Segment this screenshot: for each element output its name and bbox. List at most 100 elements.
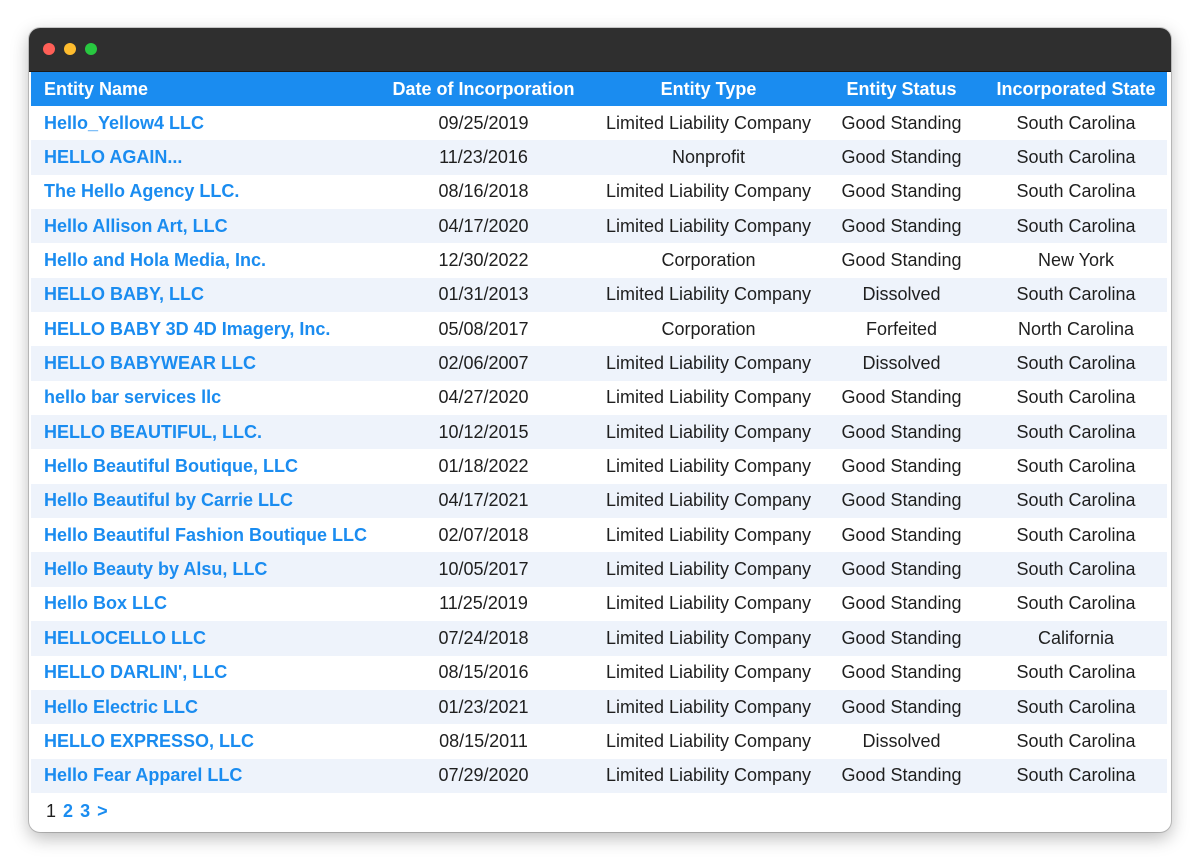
table-row: HELLO BABYWEAR LLC 02/06/2007 Limited Liab…	[31, 346, 1167, 381]
cell-entity-name[interactable]: Hello Box LLC	[31, 586, 368, 622]
minimize-window-button[interactable]	[64, 43, 76, 55]
cell-entity-name[interactable]: Hello Electric LLC	[31, 689, 368, 725]
cell-entity-status: Good Standing	[818, 552, 985, 587]
table-row: Hello Fear Apparel LLC 07/29/2020 Limited …	[31, 758, 1167, 793]
pagination-page-3[interactable]: 3	[80, 801, 90, 821]
cell-date: 12/30/2022	[368, 243, 599, 278]
cell-entity-type: Limited Liability Company	[599, 449, 818, 484]
cell-entity-name[interactable]: Hello Beautiful Fashion Boutique LLC	[31, 518, 368, 553]
table-row: HELLO BABY, LLC 01/31/2013 Limited Liabili…	[31, 277, 1167, 313]
cell-entity-type: Limited Liability Company	[599, 415, 818, 450]
cell-date: 10/12/2015	[368, 415, 599, 450]
cell-entity-name[interactable]: Hello Beauty by Alsu, LLC	[31, 552, 368, 587]
title-bar	[29, 28, 1171, 72]
header-entity-name: Entity Name	[31, 72, 368, 106]
table-row: Hello Beautiful Fashion Boutique LLC 02/0…	[31, 518, 1167, 553]
cell-date: 10/05/2017	[368, 552, 599, 587]
cell-date: 05/08/2017	[368, 312, 599, 347]
cell-entity-name[interactable]: Hello Beautiful Boutique, LLC	[31, 449, 368, 484]
cell-entity-status: Good Standing	[818, 518, 985, 553]
cell-date: 11/25/2019	[368, 586, 599, 622]
cell-entity-type: Limited Liability Company	[599, 655, 818, 690]
cell-entity-type: Limited Liability Company	[599, 277, 818, 313]
cell-date: 01/18/2022	[368, 449, 599, 484]
cell-entity-status: Good Standing	[818, 209, 985, 244]
cell-incorporated-state: South Carolina	[985, 449, 1167, 484]
cell-entity-status: Good Standing	[818, 106, 985, 141]
cell-entity-type: Nonprofit	[599, 140, 818, 175]
page-content: Entity Name Date of Incorporation Entity…	[31, 72, 1167, 821]
cell-entity-name[interactable]: Hello Allison Art, LLC	[31, 209, 368, 244]
cell-date: 01/31/2013	[368, 277, 599, 313]
cell-incorporated-state: South Carolina	[985, 106, 1167, 141]
cell-entity-name[interactable]: HELLOCELLO LLC	[31, 621, 368, 656]
pagination-current-page: 1	[46, 801, 57, 821]
cell-entity-name[interactable]: HELLO AGAIN...	[31, 140, 368, 175]
cell-incorporated-state: South Carolina	[985, 140, 1167, 175]
browser-window: Entity Name Date of Incorporation Entity…	[29, 28, 1171, 832]
cell-entity-name[interactable]: HELLO BABYWEAR LLC	[31, 346, 368, 381]
table-row: HELLO DARLIN', LLC 08/15/2016 Limited Liab…	[31, 655, 1167, 690]
cell-incorporated-state: South Carolina	[985, 655, 1167, 690]
cell-entity-name[interactable]: Hello Beautiful by Carrie LLC	[31, 483, 368, 519]
table-row: The Hello Agency LLC. 08/16/2018 Limited L…	[31, 174, 1167, 210]
cell-date: 04/17/2020	[368, 209, 599, 244]
cell-date: 01/23/2021	[368, 689, 599, 725]
zoom-window-button[interactable]	[85, 43, 97, 55]
cell-entity-type: Limited Liability Company	[599, 758, 818, 793]
cell-incorporated-state: South Carolina	[985, 483, 1167, 519]
cell-entity-type: Limited Liability Company	[599, 689, 818, 725]
cell-incorporated-state: California	[985, 621, 1167, 656]
cell-entity-status: Good Standing	[818, 655, 985, 690]
cell-entity-name[interactable]: hello bar services llc	[31, 380, 368, 416]
cell-incorporated-state: South Carolina	[985, 415, 1167, 450]
table-row: Hello and Hola Media, Inc. 12/30/2022 Corp…	[31, 243, 1167, 278]
cell-entity-name[interactable]: The Hello Agency LLC.	[31, 174, 368, 210]
table-row: Hello Allison Art, LLC 04/17/2020 Limited …	[31, 209, 1167, 244]
cell-incorporated-state: South Carolina	[985, 518, 1167, 553]
cell-entity-name[interactable]: Hello Fear Apparel LLC	[31, 758, 368, 793]
cell-incorporated-state: South Carolina	[985, 586, 1167, 622]
cell-entity-type: Corporation	[599, 312, 818, 347]
cell-incorporated-state: North Carolina	[985, 312, 1167, 347]
cell-date: 08/16/2018	[368, 174, 599, 210]
pagination-page-2[interactable]: 2	[63, 801, 73, 821]
cell-entity-status: Good Standing	[818, 243, 985, 278]
table-row: hello bar services llc 04/27/2020 Limited …	[31, 380, 1167, 416]
cell-entity-name[interactable]: Hello and Hola Media, Inc.	[31, 243, 368, 278]
pagination-next[interactable]: >	[97, 801, 108, 821]
cell-entity-name[interactable]: HELLO BABY, LLC	[31, 277, 368, 313]
cell-entity-type: Limited Liability Company	[599, 724, 818, 759]
cell-entity-type: Limited Liability Company	[599, 346, 818, 381]
cell-incorporated-state: South Carolina	[985, 380, 1167, 416]
table-row: HELLOCELLO LLC 07/24/2018 Limited Liabilit…	[31, 621, 1167, 656]
cell-entity-type: Limited Liability Company	[599, 586, 818, 622]
cell-entity-type: Limited Liability Company	[599, 518, 818, 553]
close-window-button[interactable]	[43, 43, 55, 55]
cell-entity-name[interactable]: Hello_Yellow4 LLC	[31, 106, 368, 141]
table-row: HELLO EXPRESSO, LLC 08/15/2011 Limited Lia…	[31, 724, 1167, 759]
cell-date: 07/24/2018	[368, 621, 599, 656]
cell-entity-name[interactable]: HELLO DARLIN', LLC	[31, 655, 368, 690]
cell-entity-status: Good Standing	[818, 483, 985, 519]
cell-incorporated-state: South Carolina	[985, 277, 1167, 313]
cell-entity-type: Limited Liability Company	[599, 174, 818, 210]
cell-entity-type: Limited Liability Company	[599, 106, 818, 141]
cell-entity-status: Dissolved	[818, 724, 985, 759]
cell-entity-status: Good Standing	[818, 140, 985, 175]
cell-incorporated-state: South Carolina	[985, 689, 1167, 725]
header-entity-type: Entity Type	[599, 72, 818, 106]
cell-entity-name[interactable]: HELLO BEAUTIFUL, LLC.	[31, 415, 368, 450]
header-entity-status: Entity Status	[818, 72, 985, 106]
cell-date: 04/27/2020	[368, 380, 599, 416]
entity-table: Entity Name Date of Incorporation Entity…	[31, 72, 1167, 793]
cell-entity-name[interactable]: HELLO EXPRESSO, LLC	[31, 724, 368, 759]
cell-entity-name[interactable]: HELLO BABY 3D 4D Imagery, Inc.	[31, 312, 368, 347]
cell-entity-status: Forfeited	[818, 312, 985, 347]
cell-entity-status: Good Standing	[818, 449, 985, 484]
table-row: Hello Beauty by Alsu, LLC 10/05/2017 Limit…	[31, 552, 1167, 587]
table-row: Hello Beautiful by Carrie LLC 04/17/2021 L…	[31, 483, 1167, 519]
cell-incorporated-state: South Carolina	[985, 346, 1167, 381]
cell-date: 04/17/2021	[368, 483, 599, 519]
table-header-row: Entity Name Date of Incorporation Entity…	[31, 72, 1167, 106]
